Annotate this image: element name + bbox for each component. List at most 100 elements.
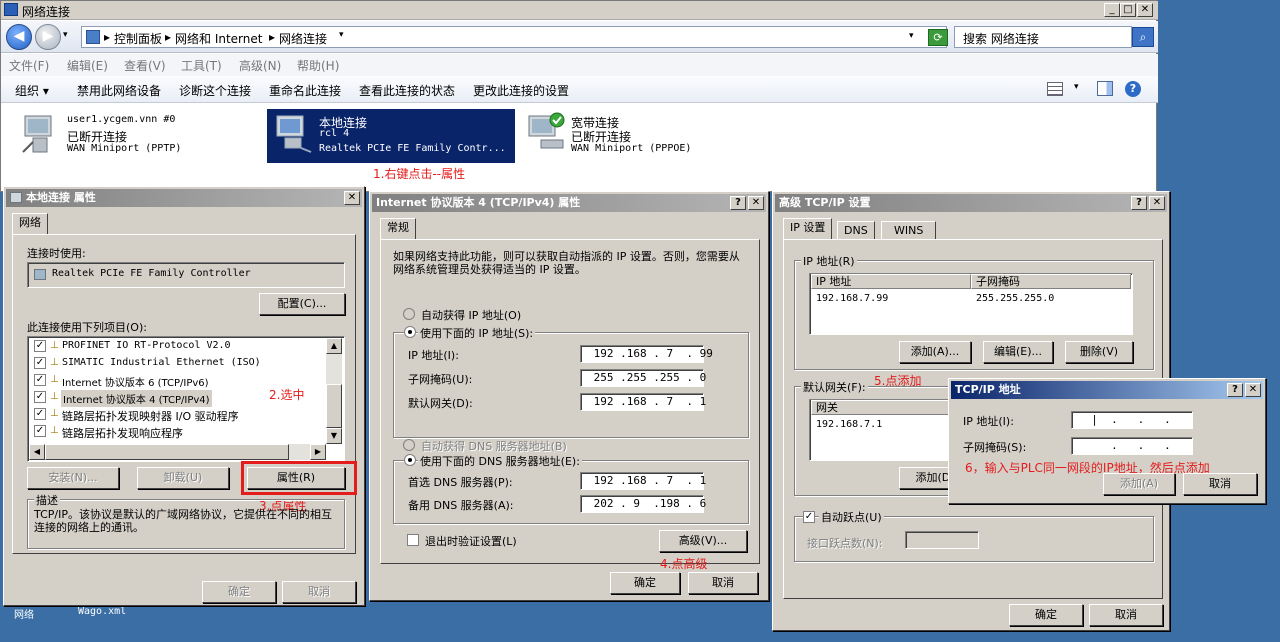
close-button[interactable]: ✕ <box>1245 383 1261 397</box>
tab-wins[interactable]: WINS <box>881 221 937 239</box>
scroll-up-icon[interactable]: ▲ <box>326 338 342 354</box>
checkbox-checked[interactable]: ✓ <box>34 357 46 369</box>
uninstall-button[interactable]: 卸载(U) <box>137 467 229 489</box>
cancel-button[interactable]: 取消 <box>1183 473 1257 495</box>
horizontal-scrollbar[interactable]: ◀ ▶ <box>29 444 326 460</box>
connection-pptp[interactable]: user1.ycgem.vnn #0 已断开连接 WAN Miniport (P… <box>15 109 255 163</box>
help-icon[interactable]: ? <box>1125 81 1141 97</box>
interface-metric-field[interactable] <box>905 531 979 549</box>
breadcrumb-control-panel[interactable]: 控制面板 <box>114 30 162 47</box>
search-icon[interactable]: ⌕ <box>1132 27 1154 47</box>
help-button[interactable]: ? <box>730 196 746 210</box>
ok-button[interactable]: 确定 <box>202 581 276 603</box>
connection-pppoe[interactable]: 宽带连接 已断开连接 WAN Miniport (PPPOE) <box>519 109 759 163</box>
menu-tools[interactable]: 工具(T) <box>181 57 222 74</box>
help-button[interactable]: ? <box>1131 196 1147 210</box>
search-input[interactable]: 搜索 网络连接 <box>954 26 1132 48</box>
add-button[interactable]: 添加(A) <box>1103 473 1175 495</box>
organize-button[interactable]: 组织 ▾ <box>15 82 49 99</box>
view-status-button[interactable]: 查看此连接的状态 <box>359 82 455 99</box>
scroll-left-icon[interactable]: ◀ <box>29 444 45 460</box>
close-button[interactable]: ✕ <box>344 191 360 205</box>
vertical-scrollbar[interactable]: ▲ ▼ <box>326 338 342 444</box>
menu-view[interactable]: 查看(V) <box>124 57 166 74</box>
views-dropdown-icon[interactable]: ▾ <box>1074 82 1079 92</box>
checkbox-checked[interactable]: ✓ <box>34 340 46 352</box>
remove-ip-button[interactable]: 删除(V) <box>1065 341 1133 363</box>
history-dropdown-icon[interactable]: ▾ <box>63 30 68 40</box>
views-icon[interactable] <box>1047 82 1063 96</box>
breadcrumb-chevron-icon[interactable]: ▾ <box>339 30 344 40</box>
ip-address-field[interactable]: | . . . <box>1071 411 1193 429</box>
checkbox-checked[interactable]: ✓ <box>34 425 46 437</box>
breadcrumb-network-internet[interactable]: 网络和 Internet <box>175 30 262 47</box>
validate-checkbox[interactable] <box>407 534 419 546</box>
manual-dns-radio[interactable] <box>404 454 416 466</box>
desktop-wago-label[interactable]: Wago.xml <box>78 606 126 617</box>
table-cell[interactable]: 192.168.7.1 <box>816 419 882 430</box>
maximize-button[interactable]: □ <box>1120 3 1136 17</box>
cancel-button[interactable]: 取消 <box>1089 604 1163 626</box>
connection-local-area[interactable]: 本地连接 rcl 4 Realtek PCIe FE Family Contr.… <box>267 109 515 163</box>
help-button[interactable]: ? <box>1227 383 1243 397</box>
subnet-mask-field[interactable]: . . . <box>1071 437 1193 455</box>
advanced-button[interactable]: 高级(V)... <box>659 530 747 552</box>
configure-button[interactable]: 配置(C)... <box>259 293 345 315</box>
cancel-button[interactable]: 取消 <box>282 581 356 603</box>
auto-dns-radio[interactable] <box>403 439 415 451</box>
add-ip-button[interactable]: 添加(A)... <box>899 341 971 363</box>
scroll-thumb[interactable] <box>326 384 342 428</box>
menu-advanced[interactable]: 高级(N) <box>239 57 281 74</box>
network-adapter-icon <box>19 112 61 154</box>
minimize-button[interactable]: _ <box>1104 3 1120 17</box>
desktop-network-label[interactable]: 网络 <box>14 606 34 621</box>
edit-ip-button[interactable]: 编辑(E)... <box>983 341 1053 363</box>
preview-pane-icon[interactable] <box>1097 81 1113 96</box>
close-button[interactable]: ✕ <box>1149 196 1165 210</box>
address-dropdown-icon[interactable]: ▾ <box>909 31 914 41</box>
address-box[interactable]: ▸ 控制面板 ▸ 网络和 Internet ▸ 网络连接 ▾ ▾ <box>81 26 947 48</box>
network-folder-icon <box>4 3 18 16</box>
auto-ip-radio[interactable] <box>403 308 415 320</box>
table-cell[interactable]: 192.168.7.99 <box>816 293 888 304</box>
properties-button[interactable]: 属性(R) <box>247 467 345 489</box>
command-bar: 组织 ▾ 禁用此网络设备 诊断这个连接 重命名此连接 查看此连接的状态 更改此连… <box>1 76 1158 103</box>
ip-address-field[interactable]: 192 .168 . 7 . 99 <box>580 345 713 363</box>
rename-button[interactable]: 重命名此连接 <box>269 82 341 99</box>
auto-metric-checkbox[interactable]: ✓ <box>803 511 815 523</box>
alternate-dns-field[interactable]: 202 . 9 .198 . 6 <box>580 495 706 513</box>
refresh-icon[interactable]: ⟳ <box>928 29 948 46</box>
default-gateway-field[interactable]: 192 .168 . 7 . 1 <box>580 393 706 411</box>
table-cell[interactable]: 255.255.255.0 <box>976 293 1054 304</box>
subnet-mask-field[interactable]: 255 .255 .255 . 0 <box>580 369 706 387</box>
menu-edit[interactable]: 编辑(E) <box>67 57 108 74</box>
scroll-thumb[interactable] <box>45 444 289 460</box>
cancel-button[interactable]: 取消 <box>688 572 758 594</box>
manual-ip-radio[interactable] <box>404 326 416 338</box>
forward-button[interactable]: ▶ <box>35 24 61 50</box>
tab-dns[interactable]: DNS <box>837 221 875 239</box>
install-button[interactable]: 安装(N)... <box>27 467 119 489</box>
tab-ip-settings[interactable]: IP 设置 <box>783 218 833 240</box>
ip-address-list[interactable]: IP 地址 子网掩码 192.168.7.99 255.255.255.0 <box>809 273 1133 335</box>
tab-network[interactable]: 网络 <box>12 213 48 235</box>
checkbox-checked[interactable]: ✓ <box>34 408 46 420</box>
close-button[interactable]: ✕ <box>748 196 764 210</box>
ok-button[interactable]: 确定 <box>1009 604 1083 626</box>
tab-general[interactable]: 常规 <box>380 218 416 240</box>
close-button[interactable]: ✕ <box>1137 3 1153 17</box>
ok-button[interactable]: 确定 <box>610 572 680 594</box>
checkbox-checked[interactable]: ✓ <box>34 374 46 386</box>
disable-device-button[interactable]: 禁用此网络设备 <box>77 82 161 99</box>
breadcrumb-network-connections[interactable]: 网络连接 <box>279 30 327 47</box>
change-settings-button[interactable]: 更改此连接的设置 <box>473 82 569 99</box>
checkbox-checked[interactable]: ✓ <box>34 391 46 403</box>
scroll-down-icon[interactable]: ▼ <box>326 428 342 444</box>
back-button[interactable]: ◀ <box>6 24 32 50</box>
diagnose-button[interactable]: 诊断这个连接 <box>179 82 251 99</box>
menu-file[interactable]: 文件(F) <box>9 57 49 74</box>
dialog-titlebar: Internet 协议版本 4 (TCP/IPv4) 属性 ? ✕ <box>372 194 766 212</box>
preferred-dns-field[interactable]: 192 .168 . 7 . 1 <box>580 472 706 490</box>
menu-help[interactable]: 帮助(H) <box>297 57 339 74</box>
scroll-right-icon[interactable]: ▶ <box>310 444 326 460</box>
